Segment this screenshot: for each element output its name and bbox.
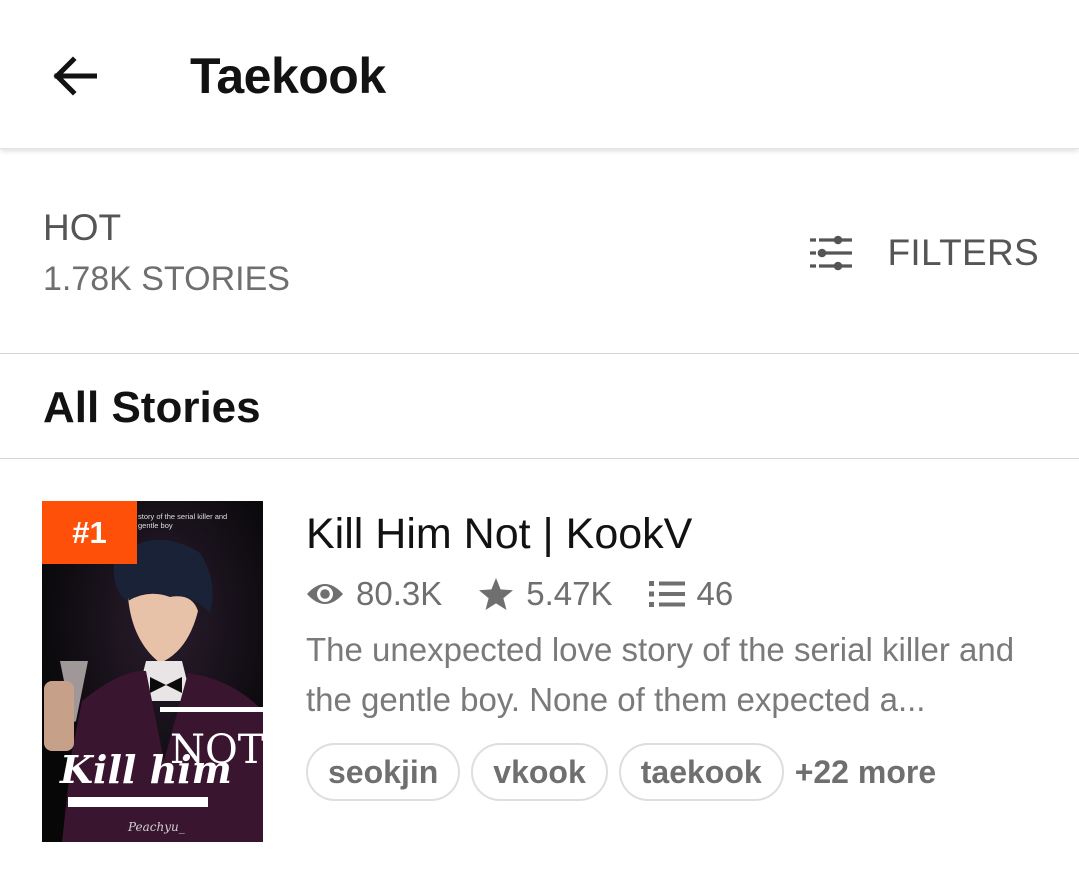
- cover-author: Peachyu_: [127, 820, 185, 834]
- votes-stat: 5.47K: [478, 575, 613, 613]
- parts-stat: 46: [648, 575, 734, 613]
- tag-list: seokjin vkook taekook +22 more: [306, 743, 1046, 801]
- cover-tagline: story of the serial killer and: [138, 512, 227, 521]
- tune-sliders-icon: [809, 235, 852, 271]
- divider: [0, 353, 1079, 354]
- rank-badge: #1: [42, 501, 137, 564]
- tag-chip[interactable]: vkook: [471, 743, 608, 801]
- sort-bar: HOT 1.78K STORIES FILTERS: [0, 150, 1079, 353]
- reads-stat: 80.3K: [306, 575, 442, 613]
- more-tags-link[interactable]: +22 more: [795, 754, 936, 791]
- filters-button[interactable]: FILTERS: [808, 228, 1040, 278]
- back-button[interactable]: [44, 46, 104, 106]
- story-card[interactable]: story of the serial killer and gentle bo…: [0, 459, 1079, 882]
- filters-label: FILTERS: [887, 232, 1039, 273]
- app-bar: Taekook: [0, 0, 1079, 149]
- page-title: Taekook: [190, 48, 386, 104]
- story-count: 1.78K STORIES: [43, 260, 290, 298]
- story-stats: 80.3K 5.47K 46: [306, 571, 1046, 617]
- section-title: All Stories: [43, 383, 261, 432]
- story-info: Kill Him Not | KookV 80.3K 5.47K 46 The …: [306, 507, 1046, 801]
- star-icon: [479, 578, 514, 610]
- svg-text:gentle boy: gentle boy: [138, 521, 173, 530]
- list-icon: [648, 581, 685, 607]
- eye-icon: [307, 584, 343, 604]
- tag-chip[interactable]: seokjin: [306, 743, 461, 801]
- reads-count: 80.3K: [356, 575, 443, 612]
- tag-chip[interactable]: taekook: [618, 743, 784, 801]
- sort-label[interactable]: HOT: [43, 208, 121, 248]
- parts-count: 46: [696, 575, 734, 612]
- arrow-left-icon: [53, 56, 97, 96]
- story-title[interactable]: Kill Him Not | KookV: [306, 507, 1046, 561]
- votes-count: 5.47K: [526, 575, 613, 612]
- story-description: The unexpected love story of the serial …: [306, 631, 1015, 718]
- story-cover[interactable]: story of the serial killer and gentle bo…: [42, 501, 263, 842]
- svg-text:NOT: NOT: [170, 727, 263, 773]
